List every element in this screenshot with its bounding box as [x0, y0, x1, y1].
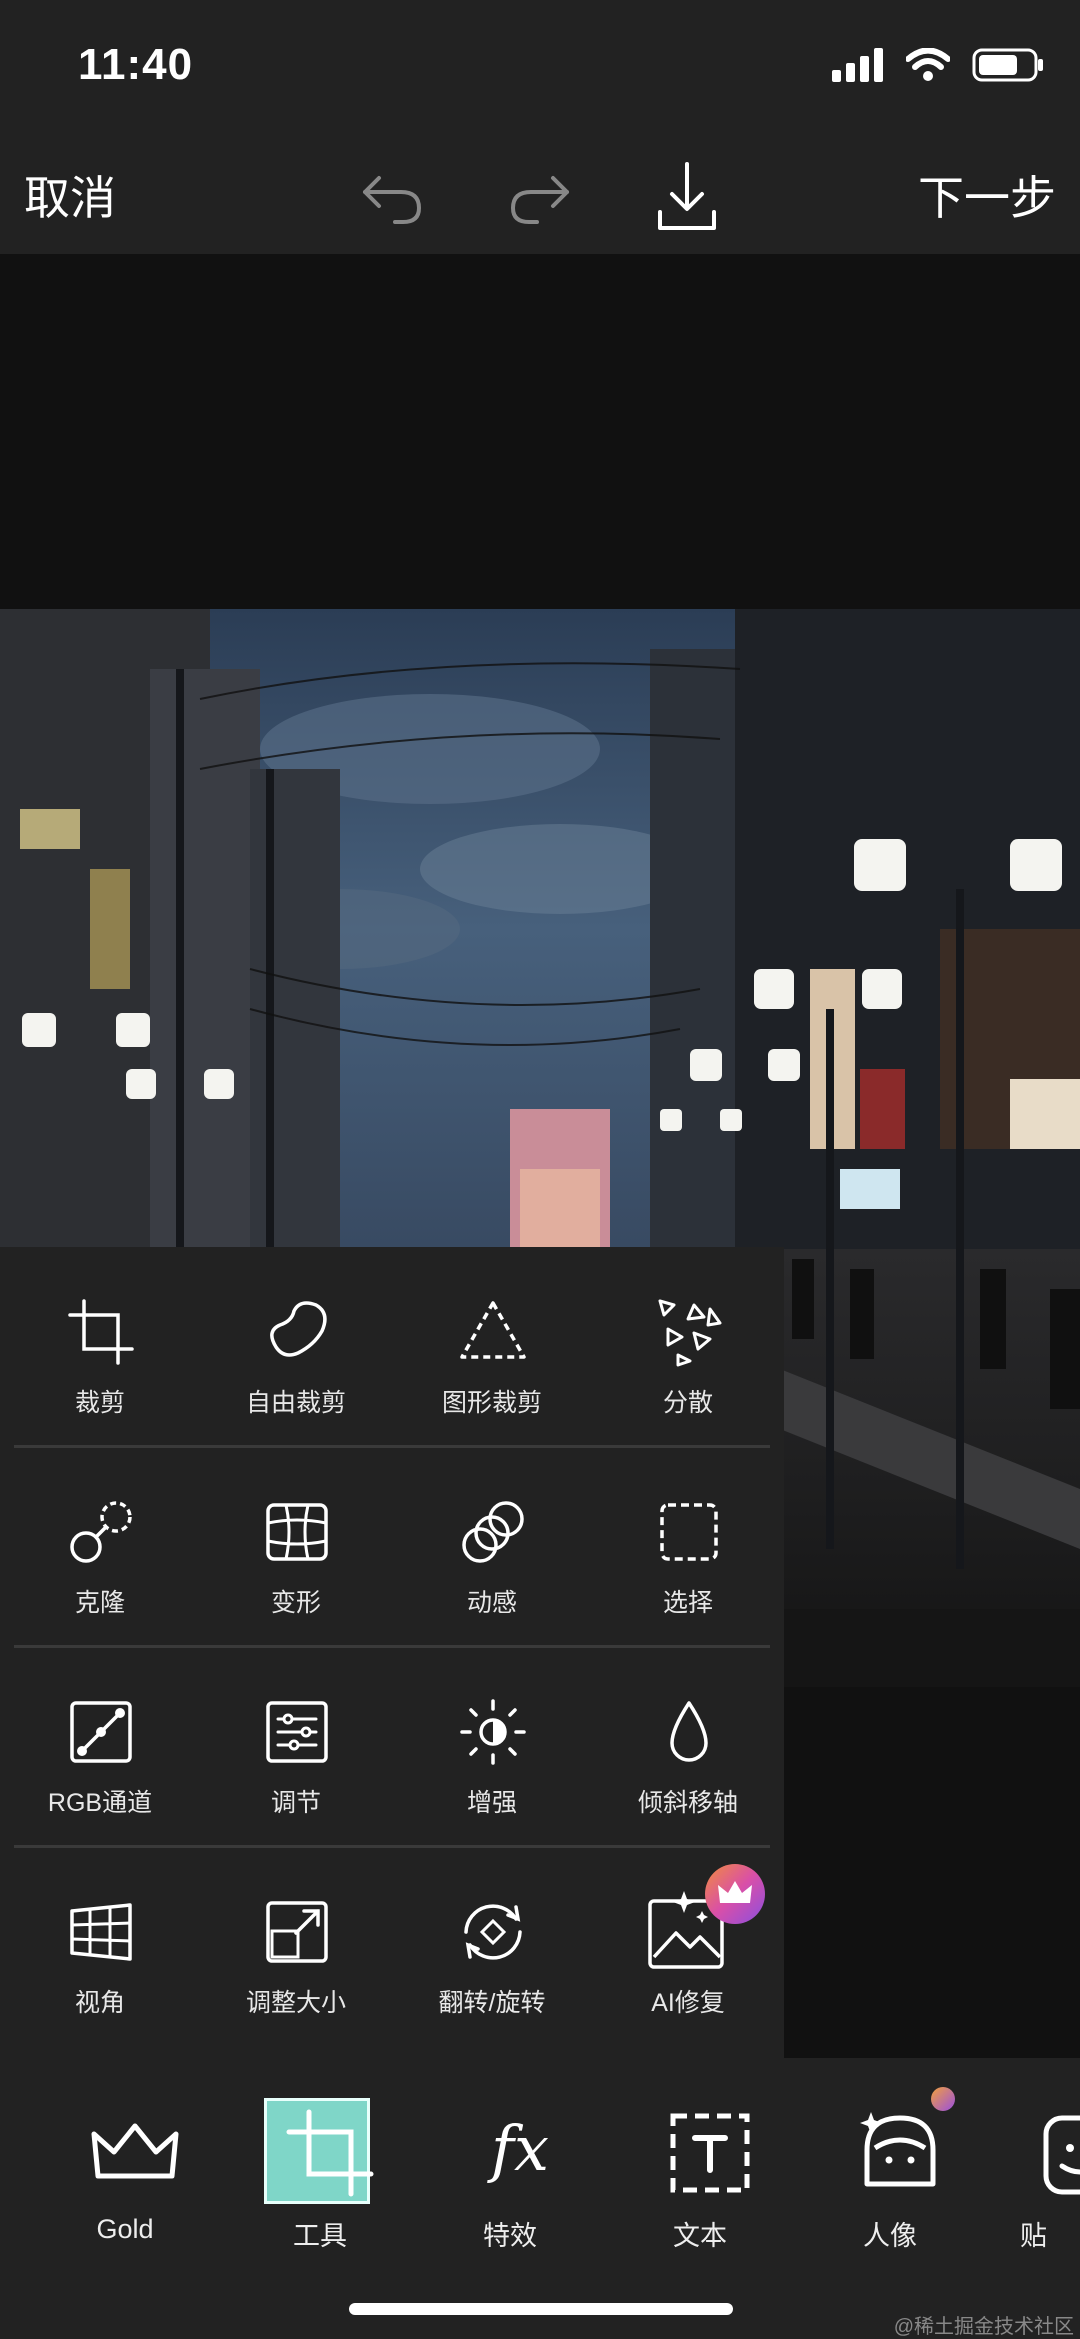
status-icons: [832, 48, 1044, 82]
nav-text-label: 文本: [673, 2221, 727, 2251]
tool-clone-label: 克隆: [74, 1589, 125, 1617]
nav-tools-label: 工具: [293, 2221, 347, 2251]
tool-crop-label: 裁剪: [74, 1389, 125, 1417]
enhance-icon: [460, 1699, 526, 1765]
premium-crown-badge: [705, 1864, 765, 1924]
nav-portrait-label: 人像: [863, 2221, 917, 2251]
home-indicator[interactable]: [349, 2303, 733, 2315]
status-bar: 11:40: [0, 0, 1080, 140]
tool-warp[interactable]: 变形: [198, 1447, 394, 1647]
tool-free-crop-label: 自由裁剪: [245, 1389, 346, 1417]
disperse-icon: [658, 1299, 722, 1367]
nav-effects[interactable]: fx 特效: [410, 2078, 600, 2278]
bottom-toolbar: Gold 工具 fx 特效 文本 人像 贴: [0, 2058, 1080, 2339]
select-icon: [660, 1503, 718, 1561]
text-icon: [670, 2113, 750, 2193]
svg-text:fx: fx: [487, 2112, 549, 2185]
tools-row-2: 克隆 变形 动感 选择: [0, 1447, 784, 1647]
tool-resize-label: 调整大小: [245, 1989, 346, 2017]
tool-warp-label: 变形: [270, 1589, 321, 1617]
portrait-icon: [860, 2112, 936, 2187]
tool-disperse[interactable]: 分散: [590, 1247, 786, 1447]
tool-shape-crop[interactable]: 图形裁剪: [394, 1247, 590, 1447]
tool-perspective-label: 视角: [74, 1989, 125, 2017]
tool-tilt-shift[interactable]: 倾斜移轴: [590, 1647, 786, 1847]
wifi-icon: [906, 48, 950, 81]
nav-portrait[interactable]: 人像: [790, 2078, 980, 2278]
new-dot-badge: [931, 2087, 955, 2111]
tool-tilt-shift-label: 倾斜移轴: [637, 1789, 738, 1817]
clone-icon: [70, 1501, 132, 1563]
tool-resize[interactable]: 调整大小: [198, 1847, 394, 2047]
tools-row-3: RGB通道 调节 增强 倾斜移轴: [0, 1647, 784, 1847]
tool-shape-crop-label: 图形裁剪: [441, 1389, 542, 1417]
adjust-icon: [266, 1701, 328, 1763]
watermark: @稀土掘金技术社区: [893, 2316, 1074, 2338]
status-time: 11:40: [78, 40, 194, 89]
next-step-button[interactable]: 下一步: [918, 162, 1056, 228]
tool-adjust[interactable]: 调节: [198, 1647, 394, 1847]
sticker-icon: [1043, 2115, 1080, 2195]
crop-icon: [68, 1299, 134, 1365]
tilt-shift-icon: [670, 1701, 708, 1762]
battery-icon: [972, 48, 1043, 82]
tool-crop[interactable]: 裁剪: [2, 1247, 198, 1447]
tool-enhance-label: 增强: [466, 1789, 517, 1817]
tool-free-crop[interactable]: 自由裁剪: [198, 1247, 394, 1447]
tool-clone[interactable]: 克隆: [2, 1447, 198, 1647]
undo-icon[interactable]: [355, 158, 429, 232]
tool-rgb-channel[interactable]: RGB通道: [2, 1647, 198, 1847]
rgb-channel-icon: [70, 1701, 132, 1763]
tool-select-label: 选择: [662, 1589, 713, 1617]
flip-rotate-icon: [464, 1904, 522, 1960]
tool-flip-rotate-label: 翻转/旋转: [438, 1989, 546, 2017]
tool-enhance[interactable]: 增强: [394, 1647, 590, 1847]
motion-icon: [462, 1501, 524, 1563]
tool-flip-rotate[interactable]: 翻转/旋转: [394, 1847, 590, 2047]
tool-motion[interactable]: 动感: [394, 1447, 590, 1647]
cancel-button[interactable]: 取消: [24, 162, 116, 228]
tool-rgb-channel-label: RGB通道: [47, 1789, 153, 1817]
free-crop-icon: [270, 1301, 327, 1357]
redo-icon[interactable]: [503, 158, 577, 232]
tool-select[interactable]: 选择: [590, 1447, 786, 1647]
tool-adjust-label: 调节: [270, 1789, 321, 1817]
crown-icon: [91, 2123, 179, 2179]
warp-icon: [266, 1503, 328, 1561]
tools-panel: 裁剪 自由裁剪 图形裁剪 分散 克隆 变形 动感 选择 RGB通道 调节 增强 …: [0, 1247, 784, 2058]
editor-top-bar: 取消 下一步: [0, 140, 1080, 254]
fx-icon: fx: [487, 2112, 549, 2185]
tool-ai-repair[interactable]: AI修复: [590, 1847, 786, 2047]
nav-text[interactable]: 文本: [600, 2078, 790, 2278]
perspective-icon: [70, 1903, 132, 1961]
tool-ai-repair-label: AI修复: [651, 1989, 725, 2017]
tools-row-1: 裁剪 自由裁剪 图形裁剪 分散: [0, 1247, 784, 1447]
tool-disperse-label: 分散: [662, 1389, 713, 1417]
tools-crop-icon: [286, 2109, 374, 2197]
shape-crop-icon: [460, 1301, 526, 1359]
nav-effects-label: 特效: [483, 2221, 537, 2251]
nav-tools[interactable]: 工具: [220, 2078, 410, 2278]
tool-motion-label: 动感: [466, 1589, 517, 1617]
nav-sticker[interactable]: 贴: [980, 2078, 1080, 2278]
tool-perspective[interactable]: 视角: [2, 1847, 198, 2047]
nav-sticker-label: 贴: [1020, 2221, 1047, 2251]
tools-row-4: 视角 调整大小 翻转/旋转 AI修复: [0, 1847, 784, 2047]
signal-icon: [832, 48, 883, 82]
nav-gold[interactable]: Gold: [25, 2078, 215, 2278]
nav-gold-label: Gold: [96, 2214, 154, 2244]
download-icon[interactable]: [650, 158, 724, 236]
resize-icon: [266, 1901, 328, 1963]
